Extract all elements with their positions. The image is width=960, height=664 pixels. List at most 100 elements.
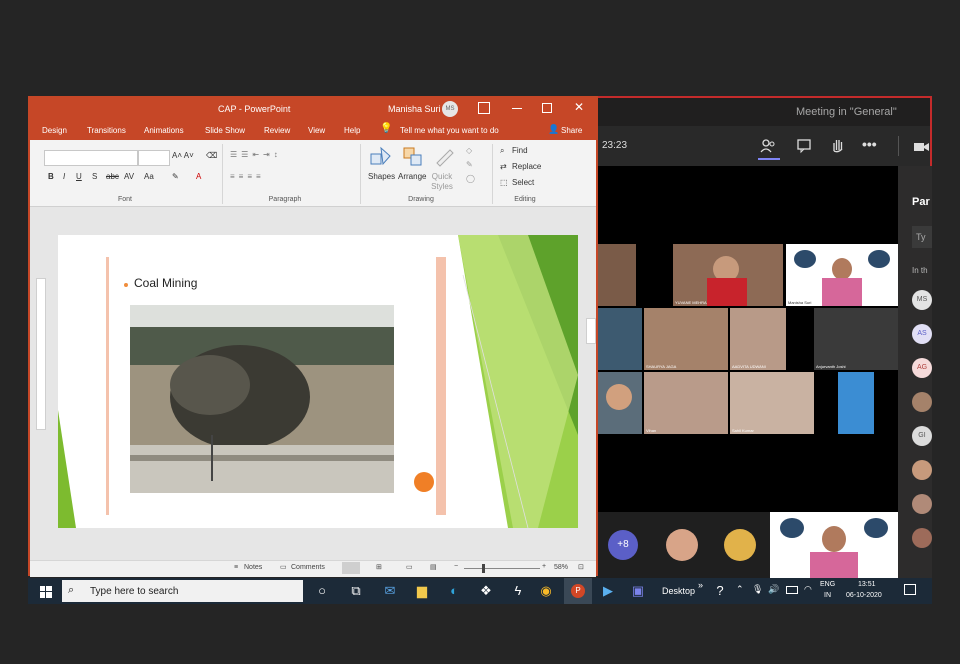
- taskbar-search-box[interactable]: ⌕ Type here to search: [62, 580, 303, 602]
- tab-view[interactable]: View: [308, 126, 325, 135]
- clock-time[interactable]: 13:51: [858, 581, 876, 588]
- toolbar-expand-icon[interactable]: »: [698, 580, 703, 590]
- cortana-icon[interactable]: ○: [314, 583, 330, 599]
- video-tile[interactable]: [598, 308, 642, 370]
- maximize-icon[interactable]: [542, 103, 552, 113]
- char-spacing-icon[interactable]: AV: [124, 172, 134, 181]
- tab-transitions[interactable]: Transitions: [87, 126, 126, 135]
- highlight-icon[interactable]: ✎: [172, 172, 179, 181]
- change-case-icon[interactable]: Aa: [144, 172, 154, 181]
- volume-icon[interactable]: 🔊: [768, 584, 779, 595]
- replace-icon[interactable]: ⇄: [500, 162, 507, 171]
- video-tile[interactable]: [598, 244, 636, 306]
- strikethrough-icon[interactable]: abc: [106, 172, 119, 181]
- notes-button[interactable]: Notes: [244, 564, 262, 571]
- region-indicator[interactable]: IN: [824, 592, 831, 599]
- italic-icon[interactable]: I: [63, 172, 65, 181]
- find-button[interactable]: Find: [512, 146, 528, 155]
- normal-view-icon[interactable]: [342, 562, 360, 574]
- zoom-in-icon[interactable]: +: [542, 563, 546, 570]
- file-explorer-icon[interactable]: ▆: [414, 583, 430, 599]
- tab-review[interactable]: Review: [264, 126, 290, 135]
- more-participants-button[interactable]: +8: [608, 530, 638, 560]
- mail-icon[interactable]: ✉: [382, 583, 398, 599]
- chat-icon[interactable]: [796, 138, 812, 154]
- font-family-dropdown[interactable]: [44, 150, 138, 166]
- minimize-icon[interactable]: [512, 108, 522, 109]
- ribbon-display-icon[interactable]: [478, 102, 490, 114]
- video-tile[interactable]: Vihan: [644, 372, 728, 434]
- avatar[interactable]: [912, 392, 932, 412]
- wifi-icon[interactable]: ◠: [804, 584, 812, 595]
- quick-styles-icon[interactable]: [434, 146, 456, 168]
- select-icon[interactable]: ⬚: [500, 178, 508, 187]
- tell-me-input[interactable]: Tell me what you want to do: [400, 126, 499, 135]
- quick-styles-button[interactable]: Quick Styles: [430, 172, 454, 192]
- avatar[interactable]: AG: [912, 358, 932, 378]
- video-tile[interactable]: Anjurvanth Joshi: [814, 308, 898, 370]
- font-size-dropdown[interactable]: [138, 150, 170, 166]
- shapes-button[interactable]: Shapes: [368, 172, 395, 181]
- shape-outline-icon[interactable]: ✎: [466, 160, 473, 169]
- underline-icon[interactable]: U: [76, 172, 82, 181]
- tab-animations[interactable]: Animations: [144, 126, 184, 135]
- list-icons[interactable]: ☰☰⇤⇥↕: [230, 150, 282, 159]
- more-options-icon[interactable]: •••: [862, 136, 877, 152]
- participant-search-input[interactable]: Ty: [912, 226, 932, 248]
- show-hidden-icons[interactable]: ⌃: [736, 584, 744, 595]
- left-scrollbar[interactable]: [34, 208, 46, 560]
- avatar[interactable]: [912, 528, 932, 548]
- video-tile[interactable]: AADVITA UDWANI: [730, 308, 786, 370]
- media-player-icon[interactable]: ▶: [600, 583, 616, 599]
- task-view-icon[interactable]: ⧉: [348, 583, 364, 599]
- zoom-level[interactable]: 58%: [554, 564, 568, 571]
- account-name[interactable]: Manisha Suri: [388, 104, 441, 114]
- close-icon[interactable]: ✕: [574, 100, 584, 114]
- chrome-icon[interactable]: ◉: [538, 583, 554, 599]
- edge-icon[interactable]: ◐: [446, 583, 462, 599]
- shape-fill-icon[interactable]: ◇: [466, 146, 472, 155]
- clock-date[interactable]: 06-10-2020: [846, 592, 882, 599]
- arrange-icon[interactable]: [402, 146, 424, 168]
- right-scrollbar[interactable]: [584, 208, 596, 560]
- tab-help[interactable]: Help: [344, 126, 360, 135]
- battery-icon[interactable]: [786, 586, 798, 594]
- avatar[interactable]: MS: [912, 290, 932, 310]
- participants-icon[interactable]: [760, 138, 776, 154]
- video-tile[interactable]: Sahil Kumar: [730, 372, 814, 434]
- desktop-toolbar[interactable]: Desktop: [662, 586, 695, 596]
- shadow-icon[interactable]: S: [92, 172, 97, 181]
- find-icon[interactable]: ⌕: [500, 146, 504, 156]
- notification-icon[interactable]: [904, 584, 916, 595]
- tab-design[interactable]: Design: [42, 126, 67, 135]
- comments-icon[interactable]: ▭: [280, 563, 287, 571]
- avatar[interactable]: [912, 494, 932, 514]
- fit-slide-icon[interactable]: ⊡: [578, 563, 584, 571]
- avatar[interactable]: MS: [442, 101, 458, 117]
- arrange-button[interactable]: Arrange: [398, 172, 426, 181]
- windows-start-icon[interactable]: [40, 585, 52, 598]
- raise-hand-icon[interactable]: [830, 137, 846, 153]
- avatar[interactable]: [912, 460, 932, 480]
- replace-button[interactable]: Replace: [512, 162, 541, 171]
- share-icon[interactable]: 👤: [548, 124, 559, 135]
- dropbox-icon[interactable]: ❖: [478, 583, 494, 599]
- video-tile[interactable]: YUVANE MEHRA: [673, 244, 783, 306]
- scrollbar-thumb[interactable]: [36, 278, 46, 430]
- avatar[interactable]: AS: [912, 324, 932, 344]
- shapes-icon[interactable]: [370, 146, 392, 168]
- powerpoint-taskbar-button[interactable]: P: [564, 578, 592, 604]
- font-color-icon[interactable]: A: [196, 172, 201, 181]
- language-indicator[interactable]: ENG: [820, 581, 835, 588]
- zoom-slider[interactable]: [464, 568, 540, 569]
- zoom-out-icon[interactable]: −: [454, 563, 458, 570]
- video-tile[interactable]: Manisha Suri: [786, 244, 898, 306]
- help-icon[interactable]: ?: [712, 583, 728, 599]
- share-button[interactable]: Share: [561, 126, 582, 135]
- clear-formatting-icon[interactable]: ⌫: [206, 151, 217, 160]
- comments-button[interactable]: Comments: [291, 564, 325, 571]
- slideshow-icon[interactable]: ▤: [430, 563, 437, 571]
- notes-icon[interactable]: ≡: [234, 564, 238, 571]
- avatar[interactable]: GI: [912, 426, 932, 446]
- zoom-slider-thumb[interactable]: [482, 564, 485, 573]
